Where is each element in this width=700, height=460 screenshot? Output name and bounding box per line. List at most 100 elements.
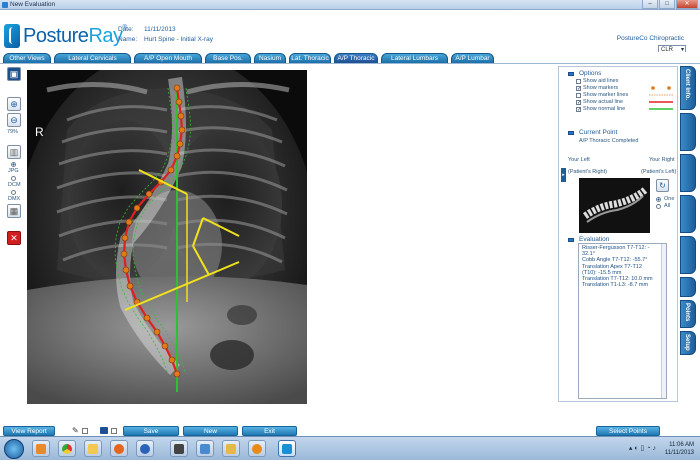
option-show-markers[interactable]: ✓ Show markers: [576, 85, 618, 92]
side-tab[interactable]: [680, 236, 696, 274]
clock-date: 11/11/2013: [664, 450, 694, 456]
name-value: Hurt Spine - Initial X-ray: [144, 36, 213, 43]
analysis-overlay: [114, 84, 240, 392]
patient-photo-icon[interactable]: ▣: [7, 67, 21, 81]
tab-base-pos[interactable]: Base Pos.: [205, 53, 251, 63]
patient-info: Date: 11/11/2013 Name: Hurt Spine - Initia…: [118, 25, 213, 45]
vertebra-marker: [126, 282, 134, 290]
option-show-normal-line[interactable]: ✓ Show normal line: [576, 106, 625, 113]
square-icon[interactable]: [82, 428, 88, 434]
format-radio-dmx[interactable]: [11, 190, 16, 195]
save-button[interactable]: Save: [123, 426, 179, 436]
spine-3d-preview: [579, 178, 650, 233]
current-point-title: Current Point: [579, 129, 618, 136]
tab-ap-thoracic[interactable]: A/P Thoracic: [334, 53, 378, 63]
vertebra-marker: [145, 190, 153, 198]
firefox-icon[interactable]: [110, 440, 128, 457]
collapse-evaluation-icon[interactable]: [568, 238, 574, 242]
clock[interactable]: 11:06 AM 11/11/2013: [665, 441, 694, 457]
vertebra-marker: [143, 314, 151, 322]
side-tab[interactable]: [680, 277, 696, 297]
format-label-dmx: DMX: [8, 196, 21, 202]
media-icon[interactable]: [136, 440, 154, 457]
aid-lines-checkbox[interactable]: [576, 79, 581, 84]
folder-icon[interactable]: [222, 440, 240, 457]
maximize-button[interactable]: □: [659, 0, 675, 9]
side-tab-setup[interactable]: Setup: [680, 331, 696, 355]
evaluation-text: Risser-Fergusson T7-T12: - 32.1° Cobb An…: [578, 243, 667, 399]
zoom-in-icon[interactable]: ⊕: [7, 97, 21, 111]
photo-icon[interactable]: [196, 440, 214, 457]
collapse-current-point-icon[interactable]: [568, 131, 574, 135]
xray-app-icon[interactable]: [170, 440, 188, 457]
view-report-button[interactable]: View Report: [3, 426, 55, 436]
new-button[interactable]: New: [183, 426, 238, 436]
view-one-label: One: [664, 196, 675, 202]
close-button[interactable]: ✕: [676, 0, 698, 9]
side-tab[interactable]: [680, 154, 696, 192]
collapse-options-icon[interactable]: [568, 72, 574, 76]
right-panel: Options Show aid lines ✓ Show markers Sho…: [558, 66, 678, 402]
tab-lateral-lumbars[interactable]: Lateral Lumbars: [381, 53, 448, 63]
actual-line-checkbox[interactable]: ✓: [576, 100, 581, 106]
pen-icon[interactable]: ✎: [72, 426, 79, 435]
zoom-out-icon[interactable]: ⊖: [7, 113, 21, 127]
image-adjust-icon[interactable]: ▥: [7, 145, 21, 159]
evaluation-line: Translation T1-L3: -8.7 mm: [582, 282, 649, 289]
tab-ap-lumbar[interactable]: A/P Lumbar: [451, 53, 494, 63]
option-show-aid-lines[interactable]: Show aid lines: [576, 78, 618, 85]
side-tab[interactable]: [680, 113, 696, 151]
clock-time: 11:06 AM: [669, 442, 694, 448]
evaluation-scrollbar[interactable]: [661, 244, 666, 398]
square-icon[interactable]: [111, 428, 117, 434]
window-controls: – □ ✕: [642, 0, 698, 9]
marker-lines-checkbox[interactable]: [576, 93, 581, 98]
cobb-angle-arm-2: [192, 245, 210, 276]
vertebra-marker: [173, 84, 181, 92]
tab-lat-thoracic[interactable]: Lat. Thoracic: [289, 53, 331, 63]
option-show-marker-lines[interactable]: Show marker lines: [576, 92, 628, 99]
side-tab-points[interactable]: Points: [680, 300, 696, 328]
exit-button[interactable]: Exit: [242, 426, 297, 436]
minimize-button[interactable]: –: [642, 0, 658, 9]
logo-mark-icon: [4, 24, 20, 48]
markers-checkbox[interactable]: ✓: [576, 86, 581, 92]
options-title: Options: [579, 70, 602, 77]
marker-guide-line-left: [114, 87, 174, 375]
posture-ray-taskbar-icon[interactable]: [278, 440, 296, 457]
bottom-toolbar: View Report ✎ Save New Exit Select Point…: [0, 426, 700, 436]
xray-viewer[interactable]: R: [27, 70, 307, 404]
title-bar: New Evaluation – □ ✕: [0, 0, 700, 10]
vertebra-marker: [122, 266, 130, 274]
normal-line-checkbox[interactable]: ✓: [576, 107, 581, 113]
logo-text-left: Posture: [23, 24, 89, 47]
chrome-icon[interactable]: [58, 440, 76, 457]
side-tab-client-info[interactable]: Client Info.: [680, 66, 696, 110]
spine-model-image: [582, 187, 648, 223]
expand-arrow-icon[interactable]: ▸: [561, 168, 566, 182]
select-points-button[interactable]: Select Points: [596, 426, 660, 436]
start-button-icon[interactable]: [4, 439, 24, 459]
tab-other-views[interactable]: Other Views: [3, 53, 51, 63]
format-radio-jpg[interactable]: [11, 162, 16, 167]
paint-icon[interactable]: [32, 440, 50, 457]
delete-icon[interactable]: ✕: [7, 231, 21, 245]
view-tabs: Other Views Lateral Cervicals A/P Open M…: [0, 52, 700, 63]
cobb-upper-perpendicular: [202, 217, 240, 237]
disk-icon[interactable]: [100, 427, 108, 434]
explorer-icon[interactable]: [84, 440, 102, 457]
film-icon[interactable]: ▦: [7, 204, 21, 218]
side-tab[interactable]: [680, 195, 696, 233]
posture-ray-logo: PostureRay®: [4, 23, 127, 49]
tab-ap-open-mouth[interactable]: A/P Open Mouth: [134, 53, 202, 63]
player-icon[interactable]: [248, 440, 266, 457]
vertebra-marker: [168, 356, 176, 364]
tab-lateral-cervicals[interactable]: Lateral Cervicals: [54, 53, 131, 63]
view-radio-all[interactable]: [656, 204, 661, 209]
format-radio-dcm[interactable]: [11, 176, 16, 181]
vertebra-marker: [121, 234, 129, 242]
option-show-actual-line[interactable]: ✓ Show actual line: [576, 99, 623, 106]
tab-nasium[interactable]: Nasium: [254, 53, 286, 63]
view-radio-one[interactable]: [656, 197, 661, 202]
rotate-view-icon[interactable]: ↻: [656, 179, 669, 192]
